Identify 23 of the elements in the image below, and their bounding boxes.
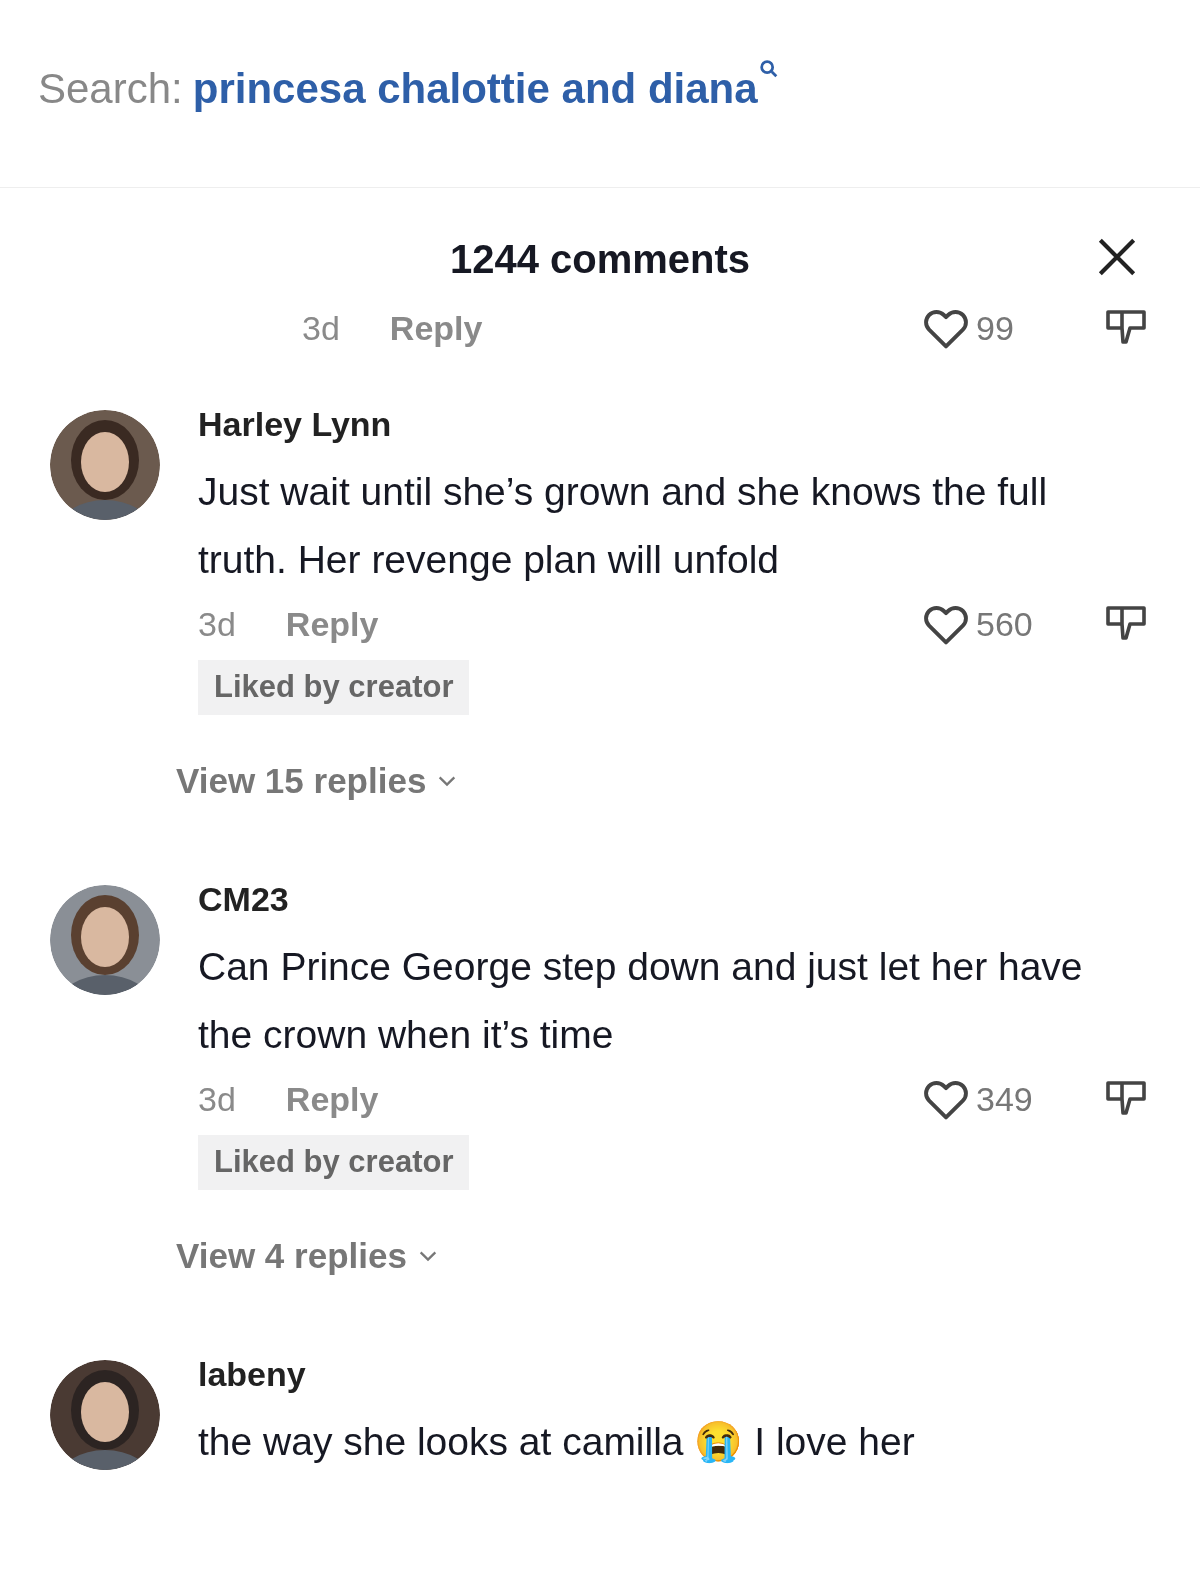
comment-text: Can Prince George step down and just let her have the crown when it’s time <box>198 944 1084 1058</box>
comment-author[interactable]: CM23 <box>198 865 1150 933</box>
like-count: 349 <box>976 1078 1034 1120</box>
reply-link[interactable]: Reply <box>285 598 379 650</box>
comment-text: Just wait until she’s grown and she knows the full truth. Her revenge plan will unfold <box>198 469 1049 583</box>
like-count: 560 <box>976 603 1034 645</box>
view-replies-link[interactable]: View 4 replies <box>176 1229 439 1282</box>
liked-by-creator-tag: Liked by creator <box>198 1135 470 1190</box>
comment-age: 3d <box>198 603 236 645</box>
comment-author[interactable]: Harley Lynn <box>198 390 1150 458</box>
comment-age: 3d <box>302 307 340 349</box>
comment-text: the way she looks at camilla 😭 I love her <box>198 1419 916 1465</box>
reply-link[interactable]: Reply <box>285 1073 379 1125</box>
comment-author[interactable]: labeny <box>198 1360 1150 1408</box>
search-query[interactable]: princesa chalottie and diana <box>192 57 758 120</box>
view-replies-link[interactable]: View 15 replies <box>176 754 459 807</box>
comment-age: 3d <box>198 1078 236 1120</box>
liked-by-creator-tag: Liked by creator <box>198 660 470 715</box>
panel-title: 1244 comments <box>449 236 751 283</box>
search-icon[interactable] <box>757 58 780 80</box>
search-label: Search: <box>38 64 183 114</box>
reply-link[interactable]: Reply <box>389 302 483 354</box>
like-count: 99 <box>976 307 1015 349</box>
